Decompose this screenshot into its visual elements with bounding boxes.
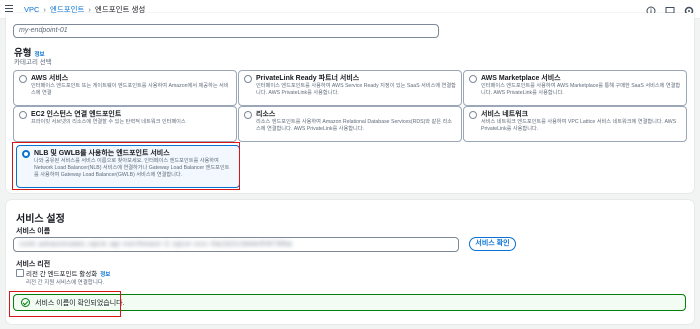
option-title: EC2 인스턴스 연결 엔드포인트 bbox=[31, 111, 122, 118]
highlight-box-option bbox=[12, 142, 240, 190]
top-icons bbox=[646, 3, 694, 17]
option-description: 인터페이스 엔드포인트를 사용하여 AWS Marketplace를 통해 구매… bbox=[481, 83, 681, 96]
option-title: PrivateLink Ready 파트너 서비스 bbox=[256, 75, 360, 82]
option-aws-marketplace[interactable]: AWS Marketplace 서비스 인터페이스 엔드포인트를 사용하여 AW… bbox=[463, 70, 687, 106]
menu-icon[interactable] bbox=[5, 5, 13, 12]
feedback-icon[interactable] bbox=[665, 3, 675, 17]
option-resources[interactable]: 리소스 리소스 엔드포인트를 사용하여 Amazon Relational Da… bbox=[238, 106, 462, 142]
cross-region-checkbox[interactable] bbox=[16, 269, 24, 277]
radio-button[interactable] bbox=[19, 75, 27, 83]
option-title: AWS 서비스 bbox=[31, 75, 69, 82]
service-settings-title: 서비스 설정 bbox=[16, 214, 65, 225]
cross-region-help: 리전 간 지원 서비스에 연결합니다. bbox=[26, 280, 105, 286]
option-privatelink-partner[interactable]: PrivateLink Ready 파트너 서비스 인터페이스 엔드포인트를 사… bbox=[238, 70, 462, 106]
radio-button[interactable] bbox=[469, 75, 477, 83]
cross-region-text: 리전 간 엔드포인트 활성화 bbox=[26, 271, 98, 278]
radio-button[interactable] bbox=[469, 111, 477, 119]
cross-region-label: 리전 간 엔드포인트 활성화 정보 bbox=[26, 268, 110, 278]
option-description: 리소스 엔드포인트를 사용하여 Amazon Relational Databa… bbox=[256, 119, 453, 132]
radio-button[interactable] bbox=[244, 75, 252, 83]
service-name-input[interactable]: com.amazonaws.vpce.ap-northeast-2.vpce-s… bbox=[13, 237, 459, 252]
option-title: 서비스 네트워크 bbox=[481, 111, 529, 118]
verify-service-button[interactable]: 서비스 확인 bbox=[469, 237, 516, 251]
radio-button[interactable] bbox=[19, 111, 27, 119]
radio-button[interactable] bbox=[244, 111, 252, 119]
option-aws-services[interactable]: AWS 서비스 인터페이스 엔드포인트 또는 게이트웨이 엔드포인트를 사용하여… bbox=[13, 70, 237, 106]
service-name-label: 서비스 이름 bbox=[16, 228, 51, 235]
option-description: 인터페이스 엔드포인트를 사용하여 AWS Service Ready 지정이 … bbox=[256, 83, 456, 96]
service-name-value: com.amazonaws.vpce.ap-northeast-2.vpce-s… bbox=[20, 241, 293, 248]
option-title: AWS Marketplace 서비스 bbox=[481, 75, 561, 82]
option-description: 서비스 네트워크 엔드포인트를 사용하여 VPC Lattice 서비스 네트워… bbox=[481, 119, 677, 132]
endpoint-name-input[interactable]: my-endpoint-01 bbox=[13, 24, 439, 38]
option-description: 프라이빗 서브넷의 리소스에 연결할 수 있는 탄력적 네트워크 인터페이스 bbox=[31, 119, 186, 125]
highlight-box-success bbox=[9, 291, 121, 317]
settings-icon[interactable] bbox=[684, 3, 694, 16]
type-subtitle: 카테고리 선택 bbox=[14, 59, 52, 66]
option-description: 인터페이스 엔드포인트 또는 게이트웨이 엔드포인트를 사용하여 Amazon에… bbox=[31, 83, 229, 96]
option-title: 리소스 bbox=[256, 111, 276, 118]
info-icon[interactable] bbox=[646, 3, 656, 16]
option-service-network[interactable]: 서비스 네트워크 서비스 네트워크 엔드포인트를 사용하여 VPC Lattic… bbox=[463, 106, 687, 142]
option-ec2-instance-connect[interactable]: EC2 인스턴스 연결 엔드포인트 프라이빗 서브넷의 리소스에 연결할 수 있… bbox=[13, 106, 237, 142]
